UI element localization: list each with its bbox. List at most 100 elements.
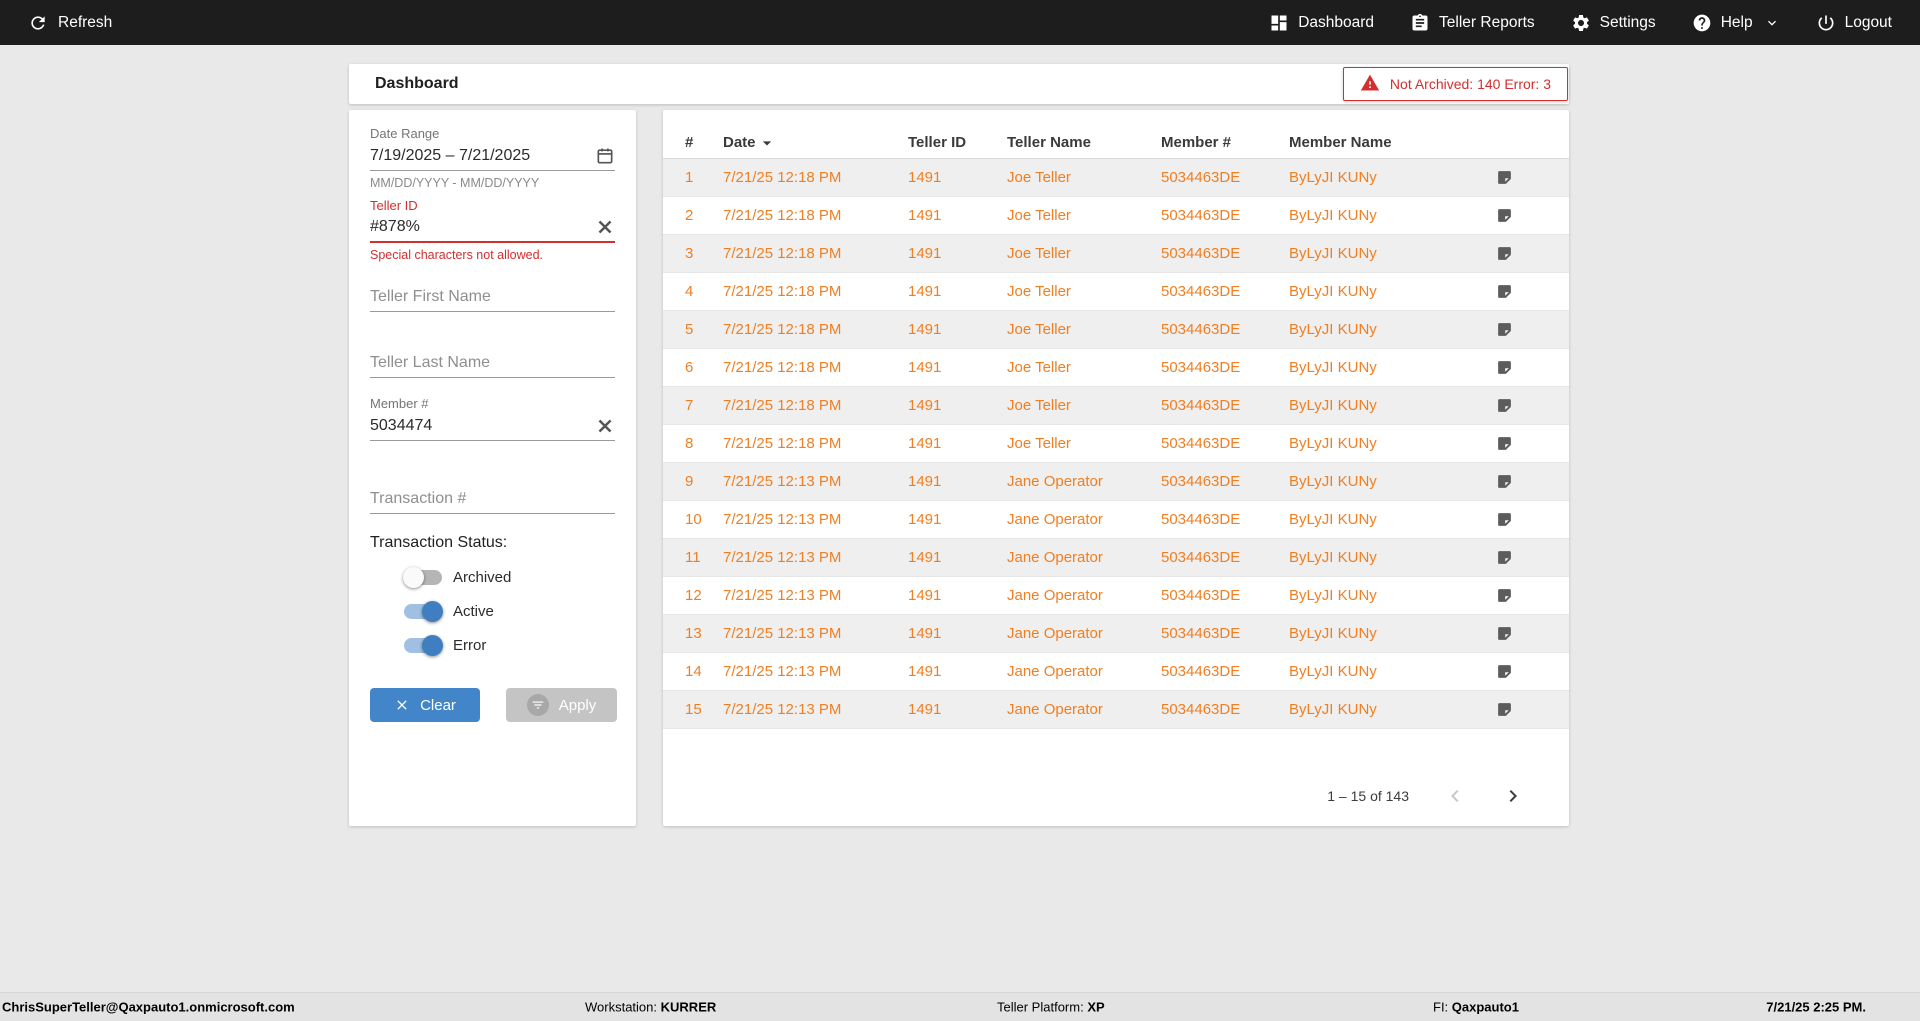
cell-member-name: ByLyJI KUNy xyxy=(1289,245,1377,262)
note-icon[interactable] xyxy=(1496,435,1569,452)
cell-member-name: ByLyJI KUNy xyxy=(1289,283,1377,300)
nav-help[interactable]: Help xyxy=(1692,13,1780,33)
col-teller-name[interactable]: Teller Name xyxy=(1007,134,1161,151)
col-member-num[interactable]: Member # xyxy=(1161,134,1289,151)
note-icon[interactable] xyxy=(1496,701,1569,718)
date-range-helper: MM/DD/YYYY - MM/DD/YYYY xyxy=(370,176,540,190)
refresh-button[interactable]: Refresh xyxy=(28,13,112,33)
toggle-active[interactable]: Active xyxy=(370,594,615,628)
col-member-name[interactable]: Member Name xyxy=(1289,134,1496,151)
nav-help-label: Help xyxy=(1720,13,1753,31)
cell-num: 2 xyxy=(685,207,694,224)
nav-logout[interactable]: Logout xyxy=(1816,13,1892,33)
table-row[interactable]: 1 7/21/25 12:18 PM 1491 Joe Teller 5034463DE… xyxy=(663,159,1569,197)
nav-dashboard[interactable]: Dashboard xyxy=(1269,13,1374,33)
note-icon[interactable] xyxy=(1496,321,1569,338)
table-row[interactable]: 2 7/21/25 12:18 PM 1491 Joe Teller 5034463DE… xyxy=(663,197,1569,235)
cell-member-num: 5034463DE xyxy=(1161,701,1241,718)
cell-member-name: ByLyJI KUNy xyxy=(1289,321,1377,338)
nav-teller-reports[interactable]: Teller Reports xyxy=(1410,13,1535,33)
note-icon[interactable] xyxy=(1496,245,1569,262)
not-archived-alert[interactable]: Not Archived: 140 Error: 3 xyxy=(1342,67,1568,101)
nav-settings[interactable]: Settings xyxy=(1571,13,1656,33)
note-icon[interactable] xyxy=(1496,473,1569,490)
nav-dashboard-label: Dashboard xyxy=(1298,13,1375,31)
teller-platform-info: Teller Platform: XP xyxy=(997,999,1105,1015)
note-icon[interactable] xyxy=(1496,663,1569,680)
col-date[interactable]: Date xyxy=(723,133,908,153)
cell-teller-id: 1491 xyxy=(908,435,942,452)
table-row[interactable]: 15 7/21/25 12:13 PM 1491 Jane Operator 50344… xyxy=(663,691,1569,729)
toggle-switch[interactable] xyxy=(404,600,443,622)
cell-num: 5 xyxy=(685,321,694,338)
workstation-info: Workstation: KURRER xyxy=(585,999,717,1015)
cell-teller-id: 1491 xyxy=(908,587,942,604)
toggle-archived[interactable]: Archived xyxy=(370,560,615,594)
table-row[interactable]: 3 7/21/25 12:18 PM 1491 Joe Teller 5034463DE… xyxy=(663,235,1569,273)
cell-teller-name: Jane Operator xyxy=(1007,511,1103,528)
cell-member-name: ByLyJI KUNy xyxy=(1289,625,1377,642)
table-row[interactable]: 7 7/21/25 12:18 PM 1491 Joe Teller 5034463DE… xyxy=(663,387,1569,425)
cell-num: 8 xyxy=(685,435,694,452)
col-teller-id[interactable]: Teller ID xyxy=(908,134,1007,151)
cell-num: 1 xyxy=(685,169,694,186)
teller-first-name-input[interactable] xyxy=(370,287,615,306)
teller-id-field: Teller ID Special characters not allowed… xyxy=(370,198,615,262)
status-toggles: Archived Active Error xyxy=(370,560,615,662)
cell-num: 7 xyxy=(685,397,694,414)
note-icon[interactable] xyxy=(1496,397,1569,414)
table-row[interactable]: 9 7/21/25 12:13 PM 1491 Jane Operator 503446… xyxy=(663,463,1569,501)
table-row[interactable]: 13 7/21/25 12:13 PM 1491 Jane Operator 50344… xyxy=(663,615,1569,653)
table-row[interactable]: 4 7/21/25 12:18 PM 1491 Joe Teller 5034463DE… xyxy=(663,273,1569,311)
table-row[interactable]: 8 7/21/25 12:18 PM 1491 Joe Teller 5034463DE… xyxy=(663,425,1569,463)
cell-num: 14 xyxy=(685,663,702,680)
cell-num: 10 xyxy=(685,511,702,528)
note-icon[interactable] xyxy=(1496,511,1569,528)
table-row[interactable]: 12 7/21/25 12:13 PM 1491 Jane Operator 50344… xyxy=(663,577,1569,615)
col-num[interactable]: # xyxy=(685,134,723,151)
cell-teller-id: 1491 xyxy=(908,321,942,338)
next-page-button[interactable] xyxy=(1501,784,1525,808)
table-row[interactable]: 14 7/21/25 12:13 PM 1491 Jane Operator 50344… xyxy=(663,653,1569,691)
prev-page-button[interactable] xyxy=(1443,784,1467,808)
note-icon[interactable] xyxy=(1496,169,1569,186)
clear-button[interactable]: Clear xyxy=(370,688,480,722)
cell-date: 7/21/25 12:13 PM xyxy=(723,701,842,718)
cell-num: 3 xyxy=(685,245,694,262)
cell-teller-name: Joe Teller xyxy=(1007,245,1071,262)
chevron-right-icon xyxy=(1509,790,1517,802)
cell-teller-name: Joe Teller xyxy=(1007,435,1071,452)
toggle-switch[interactable] xyxy=(404,634,443,656)
calendar-icon[interactable] xyxy=(595,146,615,166)
note-icon[interactable] xyxy=(1496,625,1569,642)
note-icon[interactable] xyxy=(1496,207,1569,224)
teller-id-input[interactable] xyxy=(370,218,595,236)
apply-button[interactable]: Apply xyxy=(506,688,617,722)
note-icon[interactable] xyxy=(1496,587,1569,604)
toggle-switch[interactable] xyxy=(403,566,442,588)
note-icon[interactable] xyxy=(1496,283,1569,300)
transaction-number-input[interactable] xyxy=(370,489,615,508)
cell-teller-id: 1491 xyxy=(908,511,942,528)
teller-last-name-input[interactable] xyxy=(370,353,615,372)
note-icon[interactable] xyxy=(1496,359,1569,376)
member-number-input[interactable] xyxy=(370,416,595,435)
note-icon[interactable] xyxy=(1496,549,1569,566)
cell-member-name: ByLyJI KUNy xyxy=(1289,511,1377,528)
date-range-input[interactable] xyxy=(370,146,595,165)
cell-member-num: 5034463DE xyxy=(1161,397,1241,414)
table-row[interactable]: 6 7/21/25 12:18 PM 1491 Joe Teller 5034463DE… xyxy=(663,349,1569,387)
toggle-label: Error xyxy=(453,636,487,654)
table-row[interactable]: 10 7/21/25 12:13 PM 1491 Jane Operator 50344… xyxy=(663,501,1569,539)
cell-member-name: ByLyJI KUNy xyxy=(1289,473,1377,490)
cell-teller-name: Jane Operator xyxy=(1007,587,1103,604)
table-row[interactable]: 5 7/21/25 12:18 PM 1491 Joe Teller 5034463DE… xyxy=(663,311,1569,349)
clear-member-number-icon[interactable] xyxy=(595,416,615,436)
cell-date: 7/21/25 12:18 PM xyxy=(723,359,842,376)
cell-teller-name: Joe Teller xyxy=(1007,283,1071,300)
cell-teller-id: 1491 xyxy=(908,359,942,376)
toggle-error[interactable]: Error xyxy=(370,628,615,662)
date-range-field: Date Range MM/DD/YYYY - MM/DD/YYYY xyxy=(370,126,615,190)
clear-teller-id-icon[interactable] xyxy=(595,217,615,237)
table-row[interactable]: 11 7/21/25 12:13 PM 1491 Jane Operator 50344… xyxy=(663,539,1569,577)
